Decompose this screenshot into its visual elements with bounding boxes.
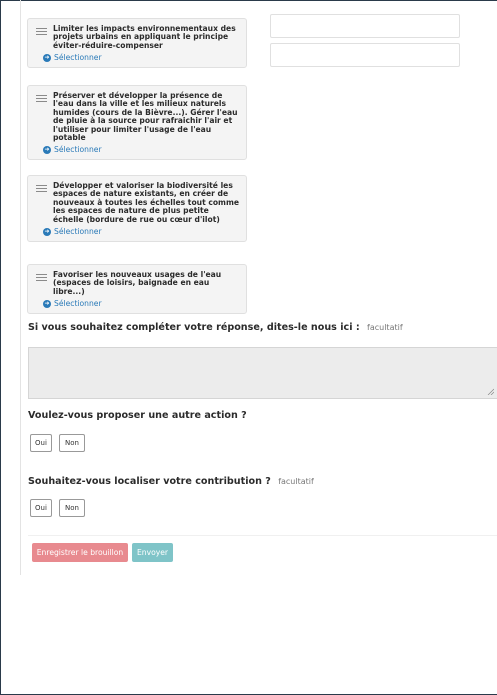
drag-handle-icon[interactable] (36, 274, 47, 283)
select-link[interactable]: ➜ Sélectionner (43, 145, 240, 155)
other-action-question-label: Voulez-vous proposer une autre action ? (28, 410, 247, 421)
select-link[interactable]: ➜ Sélectionner (43, 299, 240, 309)
arrow-right-circle-icon: ➜ (43, 299, 51, 308)
action-card-2[interactable]: Préserver et développer la présence de l… (27, 85, 247, 161)
actions-divider (28, 535, 497, 536)
other-action-question: Voulez-vous proposer une autre action ? (28, 410, 247, 421)
complete-question-label: Si vous souhaitez compléter votre répons… (28, 322, 360, 333)
ranking-slot-2[interactable] (270, 43, 460, 67)
select-label: Sélectionner (54, 299, 102, 309)
select-link[interactable]: ➜ Sélectionner (43, 227, 240, 237)
select-label: Sélectionner (54, 53, 102, 63)
other-action-no-button[interactable]: Non (59, 434, 85, 452)
action-card-3[interactable]: Développer et valoriser la biodiversité … (27, 175, 247, 243)
optional-tag: facultatif (367, 323, 403, 332)
save-draft-button[interactable]: Enregistrer le brouillon (32, 543, 128, 562)
action-card-1[interactable]: Limiter les impacts environnementaux des… (27, 18, 247, 69)
left-divider (20, 0, 21, 575)
other-action-yes-button[interactable]: Oui (30, 434, 52, 452)
localize-yes-button[interactable]: Oui (30, 499, 52, 517)
select-link[interactable]: ➜ Sélectionner (43, 53, 240, 63)
localize-no-button[interactable]: Non (59, 499, 85, 517)
drag-handle-icon[interactable] (36, 185, 47, 194)
select-label: Sélectionner (54, 227, 102, 237)
drag-handle-icon[interactable] (36, 95, 47, 104)
resize-handle-icon[interactable] (487, 388, 494, 395)
localize-question-label: Souhaitez-vous localiser votre contribut… (28, 476, 271, 487)
arrow-right-circle-icon: ➜ (43, 145, 51, 154)
ranking-slot-1[interactable] (270, 14, 460, 38)
localize-question: Souhaitez-vous localiser votre contribut… (28, 476, 314, 487)
select-label: Sélectionner (54, 145, 102, 155)
drag-handle-icon[interactable] (36, 28, 47, 37)
action-card-title: Favoriser les nouveaux usages de l'eau (… (53, 270, 222, 296)
arrow-right-circle-icon: ➜ (43, 227, 51, 236)
complete-question: Si vous souhaitez compléter votre répons… (28, 322, 403, 333)
action-card-title: Développer et valoriser la biodiversité … (53, 181, 240, 224)
arrow-right-circle-icon: ➜ (43, 53, 51, 62)
action-card-4[interactable]: Favoriser les nouveaux usages de l'eau (… (27, 264, 247, 315)
action-card-title: Limiter les impacts environnementaux des… (53, 24, 236, 50)
send-button[interactable]: Envoyer (132, 543, 173, 562)
complement-textarea[interactable] (28, 347, 497, 399)
optional-tag: facultatif (278, 477, 314, 486)
action-card-title: Préserver et développer la présence de l… (53, 91, 238, 143)
